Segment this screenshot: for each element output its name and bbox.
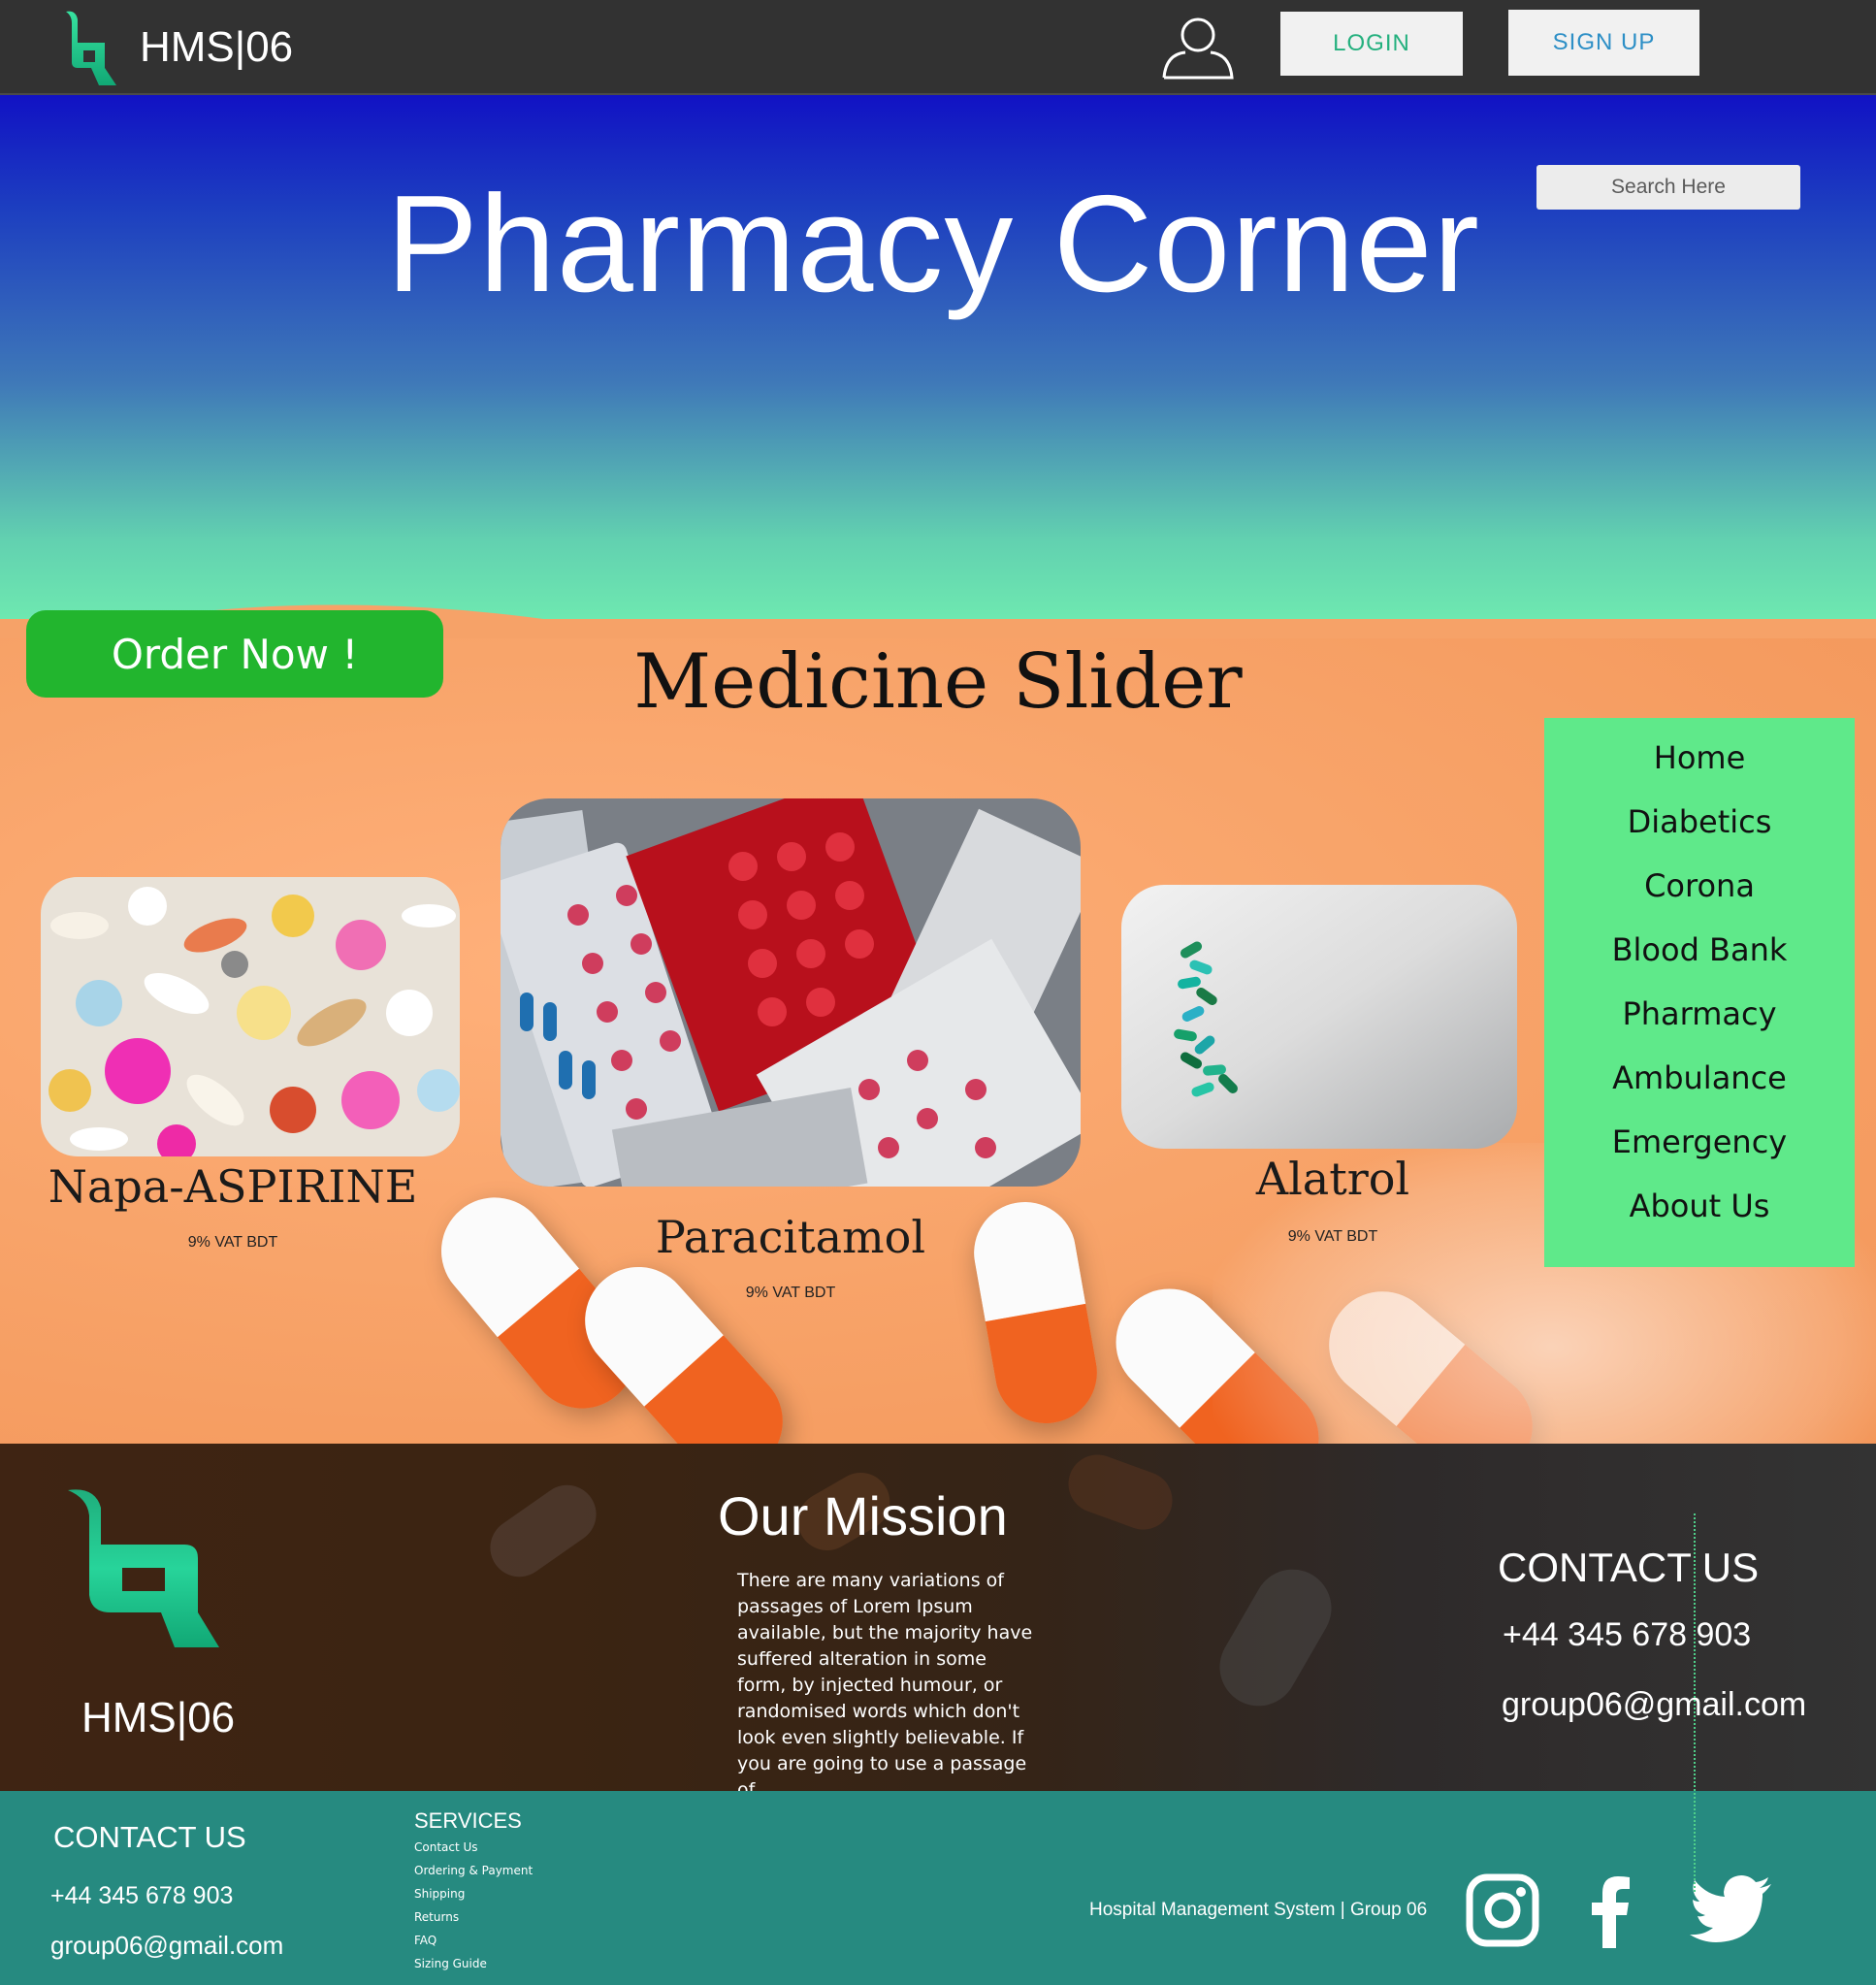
blurred-capsule-decoration [1205,1555,1346,1720]
nav-item-corona[interactable]: Corona [1544,854,1855,918]
medicine-vat: 9% VAT BDT [745,1285,836,1301]
nav-item-about-us[interactable]: About Us [1544,1174,1855,1238]
contact-title: CONTACT US [1498,1545,1760,1590]
services-title: SERVICES [414,1808,522,1833]
facebook-icon[interactable] [1575,1872,1651,1948]
contact-email[interactable]: group06@gmail.com [1502,1686,1806,1724]
medicine-vat: 9% VAT BDT [187,1234,278,1251]
medicine-card-image[interactable] [1121,885,1517,1149]
service-link-contact-us[interactable]: Contact Us [414,1836,533,1859]
green-capsules-image [1121,885,1517,1149]
medicine-card-image[interactable] [501,798,1081,1187]
service-link-faq[interactable]: FAQ [414,1929,533,1952]
hms-logo-icon [68,1489,219,1647]
contact-phone[interactable]: +44 345 678 903 [1503,1616,1751,1654]
medicine-card-image[interactable] [41,877,460,1156]
nav-item-blood-bank[interactable]: Blood Bank [1544,918,1855,982]
medicine-name: Paracitamol [655,1211,926,1263]
hms-logo-icon[interactable] [62,10,124,87]
blurred-capsule-decoration [1060,1446,1181,1539]
footer-contact-title: CONTACT US [53,1820,246,1854]
blurred-capsule-decoration [478,1474,608,1588]
order-now-button[interactable]: Order Now ! [26,610,443,698]
medicine-name: Napa-ASPIRINE [48,1160,418,1213]
nav-item-emergency[interactable]: Emergency [1544,1110,1855,1174]
mission-section: HMS|06 Our Mission There are many variat… [0,1444,1876,1791]
instagram-icon[interactable] [1465,1872,1540,1948]
nav-item-diabetics[interactable]: Diabetics [1544,790,1855,854]
footer: CONTACT US +44 345 678 903 group06@gmail… [0,1791,1876,1985]
search-input[interactable] [1536,165,1800,210]
side-navigation: Home Diabetics Corona Blood Bank Pharmac… [1544,718,1855,1267]
assorted-pills-image [41,877,460,1156]
hero-section: Pharmacy Corner Order Now ! Medicine Sli… [0,95,1876,1444]
twitter-icon[interactable] [1690,1872,1773,1948]
medicine-slider-title: Medicine Slider [633,638,1243,726]
dotted-divider [1694,1513,1696,1892]
footer-brand-name: HMS|06 [81,1694,236,1741]
footer-credit: Hospital Management System | Group 06 [1089,1900,1428,1920]
blister-packs-image [501,798,1081,1187]
services-list: Contact Us Ordering & Payment Shipping R… [414,1836,533,1975]
nav-item-pharmacy[interactable]: Pharmacy [1544,982,1855,1046]
signup-button[interactable]: SIGN UP [1508,10,1699,76]
top-navbar: HMS|06 LOGIN SIGN UP [0,0,1876,95]
nav-item-ambulance[interactable]: Ambulance [1544,1046,1855,1110]
mission-text: There are many variations of passages of… [737,1570,1033,1791]
medicine-name: Alatrol [1255,1153,1410,1205]
service-link-ordering-payment[interactable]: Ordering & Payment [414,1859,533,1882]
mission-title: Our Mission [718,1485,1008,1546]
nav-item-home[interactable]: Home [1544,726,1855,790]
brand-name: HMS|06 [140,23,294,71]
service-link-shipping[interactable]: Shipping [414,1882,533,1905]
user-icon[interactable] [1160,14,1236,80]
footer-email[interactable]: group06@gmail.com [50,1931,283,1961]
login-button[interactable]: LOGIN [1280,12,1463,76]
medicine-vat: 9% VAT BDT [1287,1228,1378,1245]
service-link-sizing-guide[interactable]: Sizing Guide [414,1952,533,1975]
footer-phone[interactable]: +44 345 678 903 [50,1882,233,1910]
service-link-returns[interactable]: Returns [414,1905,533,1929]
